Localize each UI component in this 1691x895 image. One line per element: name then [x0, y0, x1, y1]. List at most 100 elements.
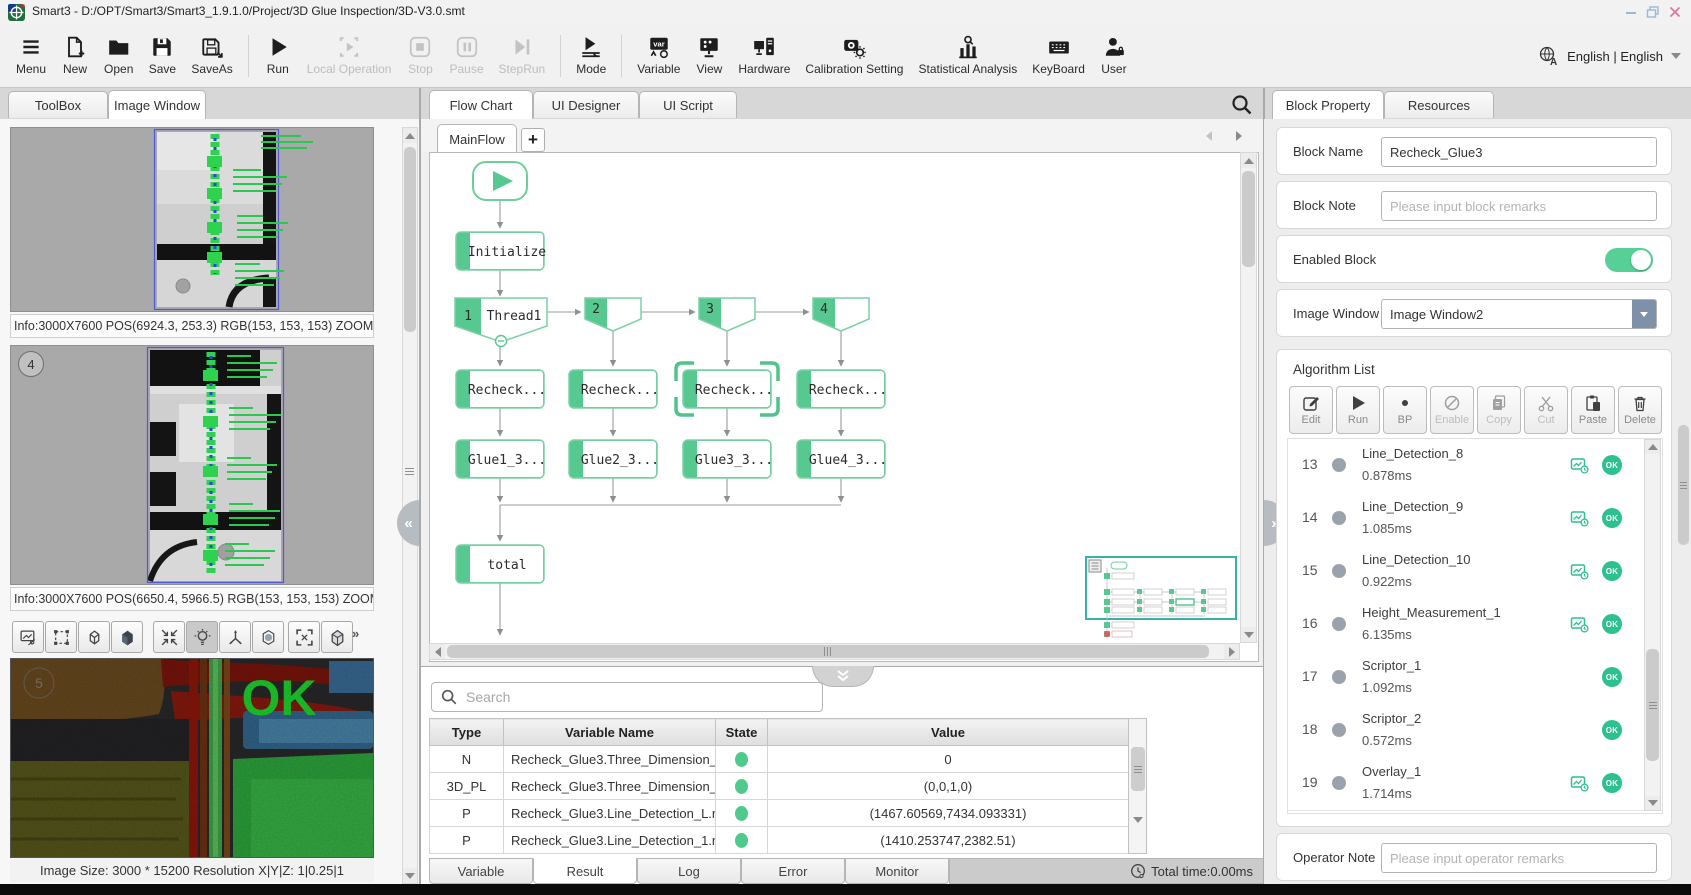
flow-node-start[interactable]	[473, 162, 527, 200]
add-flow-button[interactable]: +	[521, 128, 545, 152]
flow-minimap[interactable]	[1085, 556, 1238, 643]
restore-button[interactable]	[1645, 5, 1661, 19]
col-header-type[interactable]: Type	[430, 719, 504, 746]
select-dropdown-button[interactable]	[1632, 300, 1656, 328]
flow-nav-next-button[interactable]	[1236, 131, 1242, 141]
flow-node-recheck-1[interactable]: Recheck...	[456, 370, 546, 408]
tab-ui-designer[interactable]: UI Designer	[533, 91, 639, 118]
flow-node-total[interactable]: total	[456, 545, 544, 583]
flow-node-glue-4[interactable]: Glue4_3...	[797, 440, 887, 478]
toolbar-button-stop[interactable]: Stop	[406, 35, 434, 76]
roi-box-button[interactable]	[45, 621, 77, 653]
image-viewer-1[interactable]	[10, 127, 374, 312]
flow-node-thread2[interactable]: 2	[585, 298, 641, 331]
enabled-block-toggle[interactable]	[1605, 248, 1653, 272]
algorithm-row-18[interactable]: 18 Scriptor_20.572ms OK	[1288, 704, 1662, 758]
flow-nav-prev-button[interactable]	[1206, 131, 1212, 141]
flow-node-thread3[interactable]: 3	[699, 298, 755, 331]
toolbar-button-calibration-setting[interactable]: Calibration Setting	[805, 35, 903, 76]
algorithm-row-19[interactable]: 19 Overlay_11.714ms OK	[1288, 757, 1662, 811]
iconbar-overflow-button[interactable]: »	[352, 626, 359, 641]
flow-node-glue-3[interactable]: Glue3_3...	[683, 440, 773, 478]
toolbar-button-save[interactable]: Save	[148, 35, 176, 76]
table-row[interactable]: P Recheck_Glue3.Line_Detection_L.mi... (…	[430, 800, 1147, 827]
expand-view-button[interactable]	[288, 621, 320, 653]
algorithm-row-17[interactable]: 17 Scriptor_11.092ms OK	[1288, 651, 1662, 705]
tab-toolbox[interactable]: ToolBox	[8, 91, 108, 118]
toolbar-button-statistical-analysis[interactable]: Statistical Analysis	[918, 35, 1017, 76]
algo-scroll-up-button[interactable]	[1645, 440, 1660, 454]
image-window-select[interactable]: Image Window2	[1381, 299, 1657, 329]
search-input[interactable]	[464, 688, 814, 706]
algo-breakpoint-button[interactable]: BP	[1383, 386, 1427, 434]
breakpoint-dot[interactable]	[1332, 670, 1346, 684]
wireframe-cube-button[interactable]	[78, 621, 110, 653]
tab-ui-script[interactable]: UI Script	[639, 91, 737, 118]
tab-mainflow[interactable]: MainFlow	[437, 124, 517, 153]
toolbar-button-view[interactable]: View	[695, 35, 723, 76]
bottom-tab-log[interactable]: Log	[637, 858, 741, 884]
close-button[interactable]	[1667, 5, 1683, 19]
table-scrollbar[interactable]	[1129, 719, 1147, 854]
toolbar-button-user[interactable]: User	[1100, 35, 1128, 76]
left-scrollbar-down-button[interactable]	[403, 868, 417, 883]
flow-node-glue-2[interactable]: Glue2_3...	[569, 440, 659, 478]
toolbar-button-local-operation[interactable]: Local Operation	[307, 35, 392, 76]
tab-image-window[interactable]: Image Window	[108, 90, 206, 119]
block-note-input[interactable]	[1381, 191, 1657, 221]
image-viewer-2[interactable]	[10, 345, 374, 585]
tab-flow-chart[interactable]: Flow Chart	[429, 90, 533, 119]
toolbar-button-keyboard[interactable]: KeyBoard	[1032, 35, 1085, 76]
toolbar-button-variable[interactable]: var Variable	[637, 35, 680, 76]
toolbar-button-menu[interactable]: Menu	[16, 35, 46, 76]
image-result-icon[interactable]	[1570, 456, 1589, 475]
flow-node-glue-1[interactable]: Glue1_3...	[456, 440, 546, 478]
toolbar-button-hardware[interactable]: Hardware	[738, 35, 790, 76]
toolbar-button-mode[interactable]: Mode	[576, 35, 606, 76]
minimize-button[interactable]	[1623, 5, 1639, 19]
left-scrollbar-up-button[interactable]	[403, 128, 417, 143]
breakpoint-dot[interactable]	[1332, 458, 1346, 472]
breakpoint-dot[interactable]	[1332, 617, 1346, 631]
canvas-scroll-down-button[interactable]	[1241, 627, 1256, 642]
algo-paste-button[interactable]: Paste	[1571, 386, 1615, 434]
bottom-tab-result[interactable]: Result	[533, 858, 637, 884]
algo-edit-button[interactable]: Edit	[1289, 386, 1333, 434]
algo-copy-button[interactable]: Copy	[1477, 386, 1521, 434]
canvas-vscroll-thumb[interactable]	[1242, 171, 1255, 267]
table-scroll-thumb[interactable]	[1131, 747, 1145, 791]
canvas-scroll-up-button[interactable]	[1241, 153, 1256, 168]
search-icon[interactable]	[1230, 93, 1254, 117]
image-result-icon[interactable]	[1570, 562, 1589, 581]
sphere-cube-button[interactable]	[252, 621, 284, 653]
toolbar-button-saveas[interactable]: SaveAs	[191, 35, 232, 76]
breakpoint-dot[interactable]	[1332, 511, 1346, 525]
block-name-input[interactable]	[1381, 137, 1657, 167]
light-button[interactable]	[186, 621, 218, 653]
algorithm-row-14[interactable]: 14 Line_Detection_91.085ms OK	[1288, 492, 1662, 546]
table-row[interactable]: P Recheck_Glue3.Line_Detection_1.mi... (…	[430, 827, 1147, 854]
solid-cube-button[interactable]	[111, 621, 143, 653]
image-result-icon[interactable]	[1570, 615, 1589, 634]
tab-resources[interactable]: Resources	[1384, 91, 1494, 118]
flow-node-recheck-2[interactable]: Recheck...	[569, 370, 659, 408]
flow-node-recheck-3-selected[interactable]: Recheck...	[676, 363, 778, 415]
language-selector[interactable]: A English | English	[1537, 24, 1681, 88]
tab-block-property[interactable]: Block Property	[1272, 90, 1384, 119]
cube-view-button[interactable]	[321, 621, 353, 653]
pointcloud-viewer[interactable]: 5 OK	[10, 658, 374, 858]
left-scrollbar-thumb[interactable]	[404, 147, 416, 332]
col-header-state[interactable]: State	[716, 719, 768, 746]
algo-enable-button[interactable]: Enable	[1430, 386, 1474, 434]
fit-view-button[interactable]	[153, 621, 185, 653]
algo-cut-button[interactable]: Cut	[1524, 386, 1568, 434]
table-scroll-down-button[interactable]	[1133, 817, 1143, 823]
algorithm-row-13[interactable]: 13 Line_Detection_80.878ms OK	[1288, 439, 1662, 493]
toolbar-button-pause[interactable]: Pause	[449, 35, 483, 76]
algo-run-button[interactable]: Run	[1336, 386, 1380, 434]
bottom-tab-monitor[interactable]: Monitor	[845, 858, 949, 884]
toolbar-button-steprun[interactable]: StepRun	[499, 35, 546, 76]
canvas-scroll-right-button[interactable]	[1224, 644, 1239, 659]
algorithm-row-15[interactable]: 15 Line_Detection_100.922ms OK	[1288, 545, 1662, 599]
algo-scroll-thumb[interactable]	[1646, 649, 1659, 761]
